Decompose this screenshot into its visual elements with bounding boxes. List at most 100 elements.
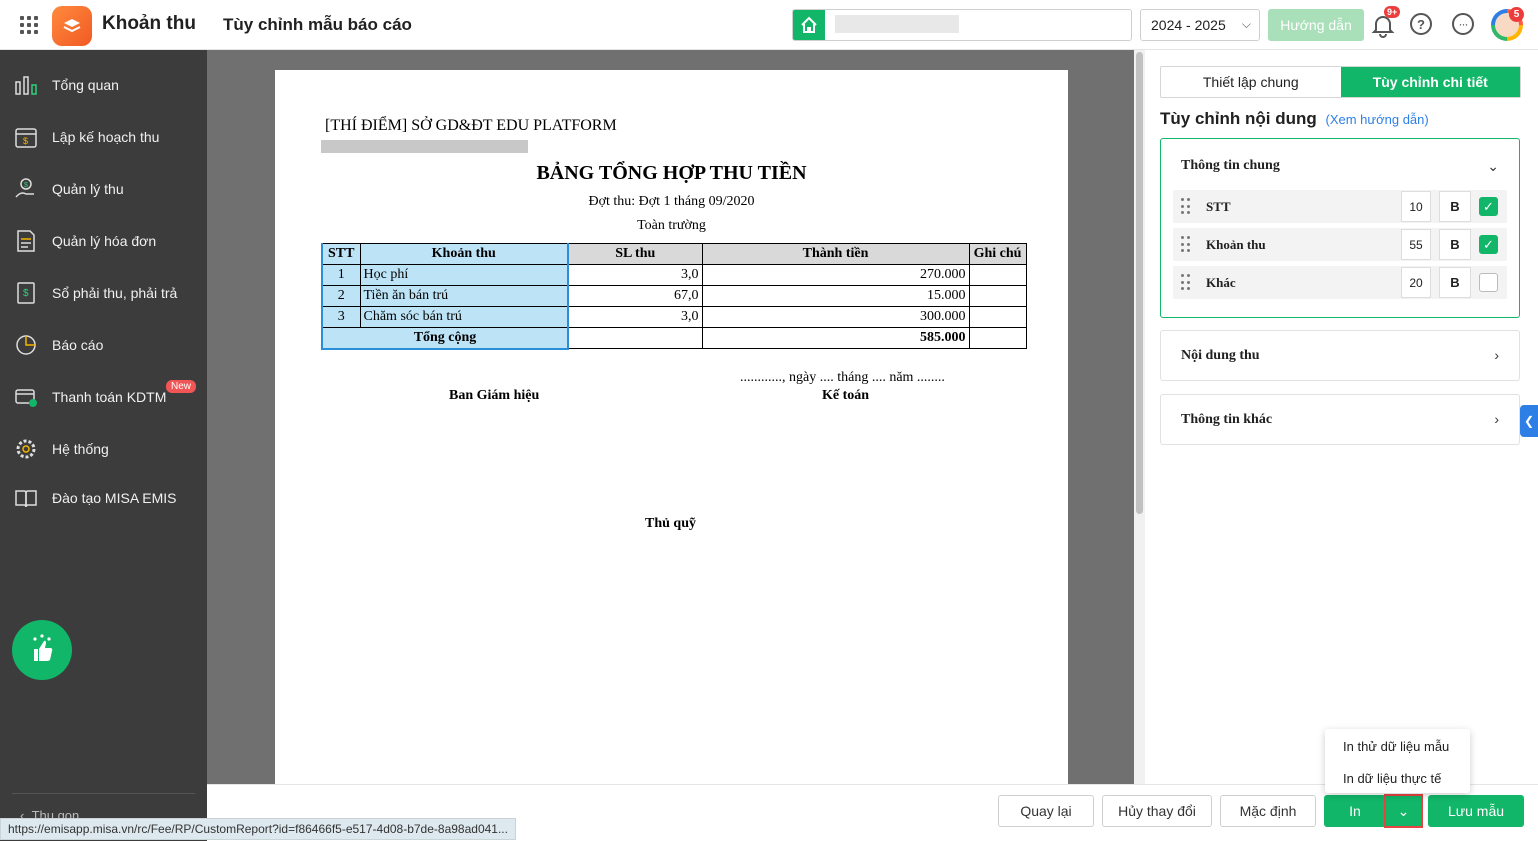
thumbs-up-icon xyxy=(33,634,53,661)
sidebar-item-invoice[interactable]: Quản lý hóa đơn xyxy=(0,221,207,261)
signature-board[interactable]: Ban Giám hiệu xyxy=(449,388,539,404)
hand-money-icon: $ xyxy=(12,175,40,203)
sidebar-item-plan[interactable]: $ Lập kế hoạch thu xyxy=(0,117,207,157)
more-icon[interactable]: ··· xyxy=(1452,13,1474,35)
sidebar-item-collect[interactable]: $ Quản lý thu xyxy=(0,169,207,209)
card-check-icon xyxy=(12,383,40,411)
cell-stt: 3 xyxy=(321,306,361,328)
cell-note xyxy=(968,306,1027,328)
table-total-row: Tổng cộng 585.000 xyxy=(321,327,1027,350)
calendar-money-icon: $ xyxy=(12,123,40,151)
total-amount: 585.000 xyxy=(701,327,970,349)
avatar-badge: 5 xyxy=(1509,7,1524,22)
report-title[interactable]: BẢNG TỔNG HỢP THU TIỀN xyxy=(275,162,1068,185)
menu-item-print-actual[interactable]: In dữ liệu thực tế xyxy=(1343,771,1441,786)
drag-handle-icon[interactable] xyxy=(1181,274,1191,291)
sidebar-item-ledger[interactable]: $ Sổ phải thu, phải trả xyxy=(0,273,207,313)
app-logo xyxy=(52,6,92,46)
help-button[interactable]: Hướng dẫn xyxy=(1268,9,1364,41)
sidebar-item-overview[interactable]: Tổng quan xyxy=(0,65,207,105)
report-org-subtitle-redacted xyxy=(321,140,528,153)
print-options-dropdown[interactable]: ⌄ xyxy=(1384,794,1423,828)
field-width-input[interactable]: 20 xyxy=(1401,267,1431,298)
cell-qty: 3,0 xyxy=(567,306,703,328)
app-grid-icon[interactable] xyxy=(18,14,40,36)
menu-item-print-sample[interactable]: In thử dữ liệu mẫu xyxy=(1343,739,1449,754)
question-icon[interactable]: ? xyxy=(1410,13,1432,35)
field-row-khac: Khác 20 B xyxy=(1173,266,1507,299)
preview-scrollbar[interactable] xyxy=(1134,50,1145,784)
print-menu: In thử dữ liệu mẫu In dữ liệu thực tế xyxy=(1325,729,1470,793)
report-scope[interactable]: Toàn trường xyxy=(275,218,1068,234)
chart-bars-icon xyxy=(12,71,40,99)
school-year-select[interactable]: 2024 - 2025 ⌵ xyxy=(1140,9,1260,41)
chevron-down-icon: ⌄ xyxy=(1397,802,1410,819)
visible-checkbox[interactable]: ✓ xyxy=(1479,197,1498,216)
bold-toggle-button[interactable]: B xyxy=(1439,267,1471,298)
feedback-like-button[interactable] xyxy=(12,620,72,680)
school-year-value: 2024 - 2025 xyxy=(1151,17,1226,33)
col-header-thanh-tien[interactable]: Thành tiền xyxy=(701,243,970,265)
tab-detail-customize[interactable]: Tùy chỉnh chi tiết xyxy=(1340,67,1520,97)
ledger-icon: $ xyxy=(12,279,40,307)
chevron-right-icon: › xyxy=(1494,347,1499,363)
discard-changes-button[interactable]: Hủy thay đổi xyxy=(1102,795,1212,827)
app-name: Khoản thu xyxy=(102,13,196,34)
col-header-ghi-chu[interactable]: Ghi chú xyxy=(968,243,1027,265)
sidebar-item-label: Quản lý hóa đơn xyxy=(52,233,157,249)
cell-amount: 270.000 xyxy=(701,264,970,286)
visible-checkbox[interactable] xyxy=(1479,273,1498,292)
panel-heading-text: Tùy chỉnh nội dung xyxy=(1160,109,1317,128)
invoice-icon xyxy=(12,227,40,255)
notification-badge: 9+ xyxy=(1384,6,1401,18)
scroll-thumb[interactable] xyxy=(1136,52,1143,514)
sidebar-item-training[interactable]: Đào tạo MISA EMIS xyxy=(0,478,207,518)
sidebar-item-report[interactable]: Báo cáo xyxy=(0,325,207,365)
visible-checkbox[interactable]: ✓ xyxy=(1479,235,1498,254)
panel-collapse-toggle[interactable]: ❮ xyxy=(1520,405,1538,437)
bold-toggle-button[interactable]: B xyxy=(1439,191,1471,222)
col-header-sl-thu[interactable]: SL thu xyxy=(567,243,703,265)
chevron-down-icon[interactable]: ⌄ xyxy=(1487,158,1499,175)
col-header-khoan-thu[interactable]: Khoản thu xyxy=(359,243,569,265)
field-width-input[interactable]: 55 xyxy=(1401,229,1431,260)
signature-cashier[interactable]: Thủ quỹ xyxy=(645,516,696,532)
section-title[interactable]: Thông tin chung xyxy=(1181,158,1280,174)
cell-stt: 2 xyxy=(321,285,361,307)
chevron-down-icon: ⌵ xyxy=(1241,17,1251,31)
school-selector[interactable] xyxy=(792,9,1132,41)
school-name-redacted xyxy=(835,15,959,33)
cell-name: Chăm sóc bán trú xyxy=(359,306,569,328)
field-label: Khoản thu xyxy=(1206,237,1266,252)
table-row: 3 Chăm sóc bán trú 3,0 300.000 xyxy=(321,306,1027,328)
print-button[interactable]: In xyxy=(1324,795,1386,827)
cell-amount: 300.000 xyxy=(701,306,970,328)
back-button[interactable]: Quay lại xyxy=(998,795,1094,827)
report-org-name[interactable]: [THÍ ĐIỂM] SỞ GD&ĐT EDU PLATFORM xyxy=(325,117,617,135)
col-header-stt[interactable]: STT xyxy=(321,243,361,265)
save-template-button[interactable]: Lưu mẫu xyxy=(1428,795,1524,827)
drag-handle-icon[interactable] xyxy=(1181,198,1191,215)
reset-default-button[interactable]: Mặc định xyxy=(1220,795,1316,827)
report-period[interactable]: Đợt thu: Đợt 1 tháng 09/2020 xyxy=(275,194,1068,210)
field-label: STT xyxy=(1206,199,1231,214)
tab-general-settings[interactable]: Thiết lập chung xyxy=(1161,67,1341,97)
cell-name: Tiền ăn bán trú xyxy=(359,285,569,307)
status-bar-url: https://emisapp.misa.vn/rc/Fee/RP/Custom… xyxy=(0,818,516,840)
field-width-input[interactable]: 10 xyxy=(1401,191,1431,222)
signature-accountant[interactable]: Kế toán xyxy=(822,388,869,404)
bold-toggle-button[interactable]: B xyxy=(1439,229,1471,260)
sidebar-item-system[interactable]: Hệ thống xyxy=(0,429,207,469)
drag-handle-icon[interactable] xyxy=(1181,236,1191,253)
gear-icon xyxy=(12,435,40,463)
cell-qty: 3,0 xyxy=(567,264,703,286)
field-label: Khác xyxy=(1206,275,1236,290)
section-other-info[interactable]: Thông tin khác › xyxy=(1160,394,1520,445)
field-row-khoan-thu: Khoản thu 55 B ✓ xyxy=(1173,228,1507,261)
sidebar-item-label: Đào tạo MISA EMIS xyxy=(52,490,177,506)
sidebar-item-label: Hệ thống xyxy=(52,441,109,457)
new-badge: New xyxy=(166,380,197,393)
section-collection-content[interactable]: Nội dung thu › xyxy=(1160,330,1520,381)
guide-link[interactable]: (Xem hướng dẫn) xyxy=(1326,112,1429,127)
svg-text:$: $ xyxy=(24,182,28,189)
